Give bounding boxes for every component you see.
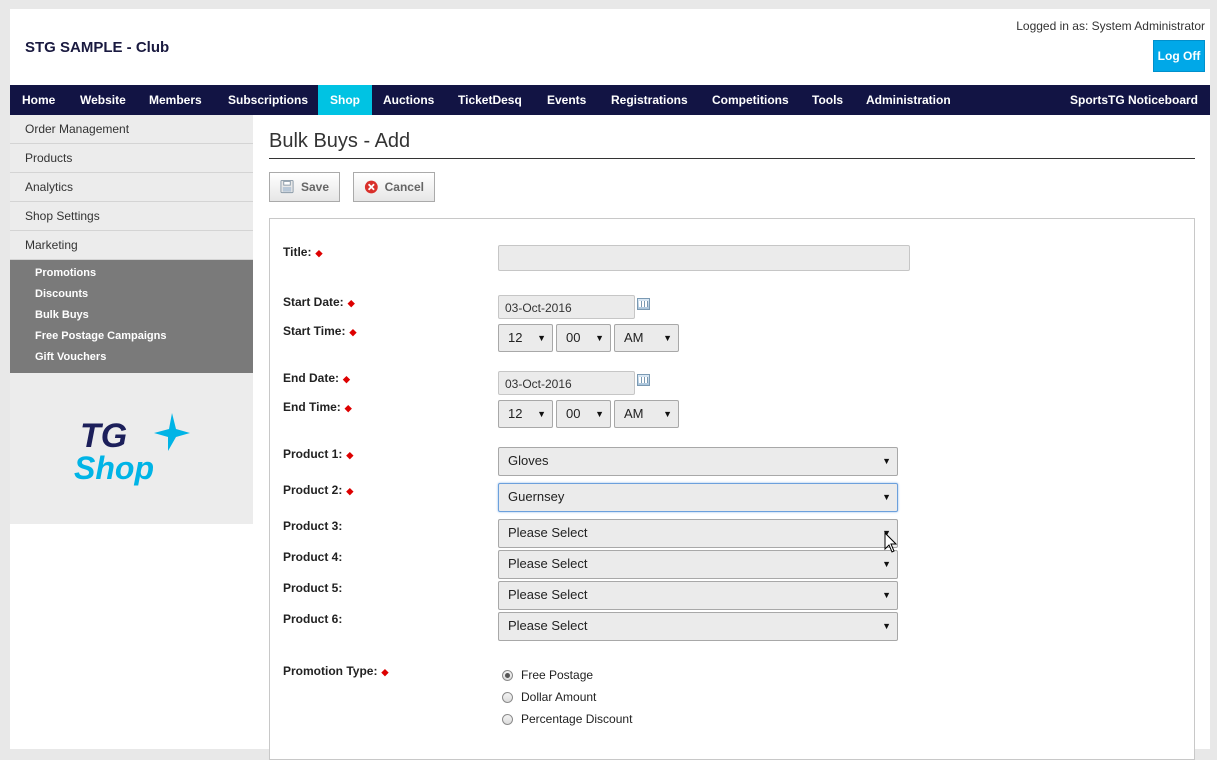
start-minute-select[interactable]: 00 ▼ [556,324,611,352]
subnav-bulk-buys[interactable]: Bulk Buys [10,305,253,326]
bulk-buy-form: Title: ◆ Start Date: ◆ 03-Oct-2016 Start T… [269,218,1195,760]
sidebar-item-products[interactable]: Products [10,144,253,173]
product-3-select[interactable]: Please Select ▼ [498,519,898,548]
product-5-label: Product 5: [283,581,343,595]
end-ampm-select[interactable]: AM ▼ [614,400,679,428]
end-hour-select[interactable]: 12 ▼ [498,400,553,428]
subnav-free-postage-campaigns[interactable]: Free Postage Campaigns [10,326,253,347]
save-icon [280,179,294,194]
product-6-label: Product 6: [283,612,343,626]
start-ampm-select[interactable]: AM ▼ [614,324,679,352]
sidebar-item-order-management[interactable]: Order Management [10,115,253,144]
logo-text-shop: Shop [74,450,154,486]
product-2-select[interactable]: Guernsey ▼ [498,483,898,512]
main-content: Bulk Buys - Add Save Cancel Title: ◆ Star… [269,115,1195,760]
required-marker: ◆ [381,667,389,677]
required-marker: ◆ [315,248,323,258]
chevron-down-icon: ▼ [537,409,546,419]
tg-shop-logo: TG Shop [74,413,190,486]
sidebar-item-shop-settings[interactable]: Shop Settings [10,202,253,231]
start-date-input[interactable]: 03-Oct-2016 [498,295,635,319]
page-title: Bulk Buys - Add [269,130,1195,159]
nav-tools[interactable]: Tools [800,85,855,115]
sidebar-item-marketing[interactable]: Marketing [10,231,253,260]
nav-members[interactable]: Members [137,85,214,115]
chevron-down-icon: ▼ [882,590,891,600]
calendar-icon[interactable] [637,374,650,386]
required-marker: ◆ [347,298,355,308]
cancel-icon [364,180,378,194]
product-5-select[interactable]: Please Select ▼ [498,581,898,610]
nav-events[interactable]: Events [535,85,598,115]
sidebar: Order Management Products Analytics Shop… [10,115,253,524]
save-button[interactable]: Save [269,172,340,202]
star-icon [154,413,190,451]
chevron-down-icon: ▼ [882,456,891,466]
subnav-discounts[interactable]: Discounts [10,284,253,305]
end-date-input[interactable]: 03-Oct-2016 [498,371,635,395]
calendar-icon[interactable] [637,298,650,310]
title-label: Title: ◆ [283,245,323,259]
cancel-label: Cancel [384,180,424,194]
product-6-select[interactable]: Please Select ▼ [498,612,898,641]
logged-in-text: Logged in as: System Administrator [1016,19,1205,33]
required-marker: ◆ [346,486,354,496]
start-hour-select[interactable]: 12 ▼ [498,324,553,352]
nav-ticketdesq[interactable]: TicketDesq [446,85,534,115]
page-container: STG SAMPLE - Club Logged in as: System A… [10,9,1210,760]
top-navigation: Home Website Members Subscriptions Shop … [10,85,1210,115]
radio-dollar-amount[interactable]: Dollar Amount [502,690,596,704]
nav-registrations[interactable]: Registrations [599,85,700,115]
nav-subscriptions[interactable]: Subscriptions [216,85,320,115]
product-4-label: Product 4: [283,550,343,564]
radio-button[interactable] [502,669,513,681]
product-1-select[interactable]: Gloves ▼ [498,447,898,476]
nav-competitions[interactable]: Competitions [700,85,801,115]
end-time-label: End Time: ◆ [283,400,352,414]
product-4-select[interactable]: Please Select ▼ [498,550,898,579]
start-date-label: Start Date: ◆ [283,295,355,309]
radio-button[interactable] [502,691,513,703]
radio-button[interactable] [502,713,513,725]
subnav-promotions[interactable]: Promotions [10,263,253,284]
club-title: STG SAMPLE - Club [25,39,170,56]
radio-percentage-discount[interactable]: Percentage Discount [502,712,632,726]
chevron-down-icon: ▼ [595,333,604,343]
cancel-button[interactable]: Cancel [353,172,435,202]
save-label: Save [300,180,329,194]
subnav-gift-vouchers[interactable]: Gift Vouchers [10,347,253,368]
product-2-label: Product 2: ◆ [283,483,354,497]
chevron-down-icon: ▼ [882,559,891,569]
promotion-type-label: Promotion Type: ◆ [283,664,389,678]
chevron-down-icon: ▼ [663,333,672,343]
chevron-down-icon: ▼ [537,333,546,343]
start-time-label: Start Time: ◆ [283,324,357,338]
chevron-down-icon: ▼ [882,492,891,502]
nav-sportstg-noticeboard[interactable]: SportsTG Noticeboard [1058,85,1210,115]
nav-shop[interactable]: Shop [318,85,372,115]
nav-auctions[interactable]: Auctions [371,85,446,115]
nav-home[interactable]: Home [10,85,67,115]
log-off-button[interactable]: Log Off [1153,40,1205,72]
chevron-down-icon: ▼ [663,409,672,419]
required-marker: ◆ [344,403,352,413]
mouse-cursor-icon [884,532,898,553]
end-date-label: End Date: ◆ [283,371,350,385]
nav-administration[interactable]: Administration [854,85,963,115]
end-minute-select[interactable]: 00 ▼ [556,400,611,428]
chevron-down-icon: ▼ [882,621,891,631]
sidebar-item-analytics[interactable]: Analytics [10,173,253,202]
radio-free-postage[interactable]: Free Postage [502,668,593,682]
title-input[interactable] [498,245,910,271]
marketing-subnav: Promotions Discounts Bulk Buys Free Post… [10,260,253,373]
required-marker: ◆ [349,327,357,337]
required-marker: ◆ [346,450,354,460]
product-1-label: Product 1: ◆ [283,447,354,461]
nav-website[interactable]: Website [68,85,138,115]
chevron-down-icon: ▼ [595,409,604,419]
product-3-label: Product 3: [283,519,343,533]
required-marker: ◆ [343,374,350,384]
